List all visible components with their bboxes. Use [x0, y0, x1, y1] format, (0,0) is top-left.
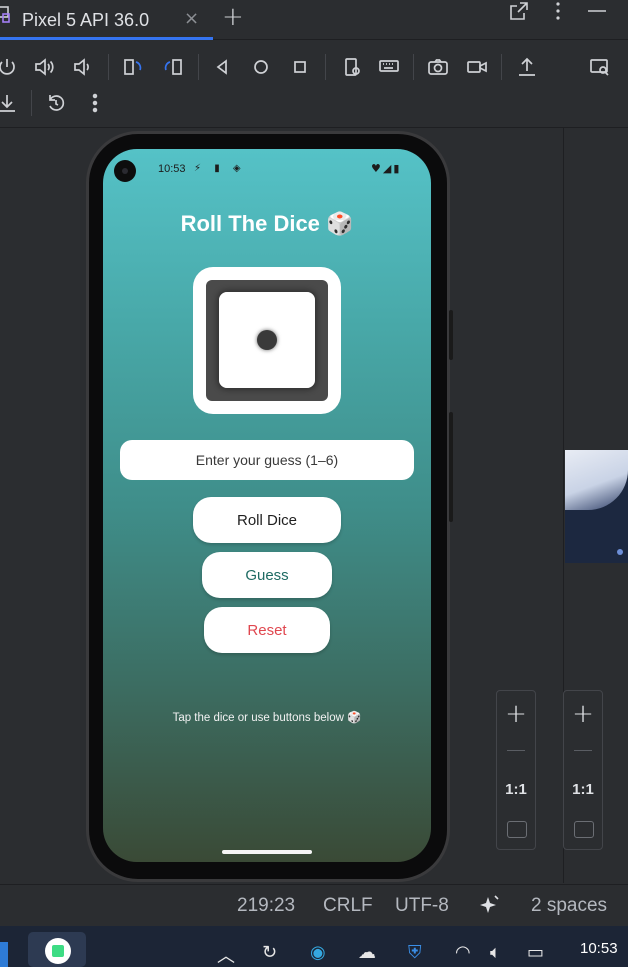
android-studio-taskbar-app[interactable]: [28, 932, 86, 967]
roll-dice-button[interactable]: Roll Dice: [193, 497, 341, 543]
zoom-controls: + 1:1: [496, 690, 536, 850]
zoom-in-button[interactable]: +: [497, 699, 535, 729]
add-tab-icon[interactable]: +: [222, 2, 244, 32]
zoom-out-button[interactable]: [507, 750, 525, 751]
reset-icon[interactable]: [41, 88, 71, 118]
line-ending[interactable]: CRLF: [323, 895, 373, 917]
cloud-icon[interactable]: ☁: [358, 942, 376, 963]
overview-icon[interactable]: [285, 52, 315, 82]
start-icon[interactable]: [0, 942, 8, 967]
tab-active-indicator: [0, 37, 213, 40]
secondary-preview-thumbnail[interactable]: [565, 450, 628, 563]
indent-setting[interactable]: 2 spaces: [531, 895, 607, 917]
chevron-up-icon[interactable]: ︿: [217, 942, 235, 967]
tab-title: Pixel 5 API 36.0: [22, 9, 150, 30]
emulator-toolbar-row2: [0, 86, 628, 130]
front-camera: [114, 160, 136, 182]
device-settings-icon[interactable]: [337, 52, 367, 82]
camera-icon[interactable]: [423, 52, 453, 82]
dice-pip: [257, 330, 277, 350]
android-studio-icon: [45, 938, 71, 964]
minimize-icon[interactable]: [586, 0, 608, 22]
volume-down-icon[interactable]: [67, 52, 97, 82]
status-time: 10:53: [158, 163, 186, 175]
os-taskbar: ︿ ↻ ◉ ☁ ⛨ ◠ 🔈︎ ▭ 10:53: [0, 926, 628, 967]
emulator-toolbar: [0, 46, 628, 90]
status-notification-icons: ⚡ ▮ ◈: [194, 163, 246, 174]
dice-face: [219, 292, 315, 388]
phone-power-button: [449, 310, 453, 360]
zoom-actual-size-button[interactable]: 1:1: [497, 781, 535, 798]
guess-button[interactable]: Guess: [202, 552, 332, 598]
zoom-controls-secondary: + 1:1: [563, 690, 603, 850]
app-title: Roll The Dice 🎲: [180, 211, 354, 236]
rotate-left-icon[interactable]: [118, 52, 148, 82]
power-icon[interactable]: [0, 52, 22, 82]
home-icon[interactable]: [246, 52, 276, 82]
file-encoding[interactable]: UTF-8: [395, 895, 449, 917]
sync-icon[interactable]: ↻: [262, 942, 277, 963]
keyboard-icon[interactable]: [374, 52, 404, 82]
more-vertical-icon[interactable]: [548, 0, 568, 22]
status-signal-battery-icons: ♥◢▮: [371, 162, 402, 175]
rotate-right-icon[interactable]: [158, 52, 188, 82]
dice-frame: [206, 280, 328, 401]
zoom-in-button-secondary[interactable]: +: [564, 699, 602, 729]
external-window-icon[interactable]: [509, 0, 529, 22]
taskbar-clock[interactable]: 10:53: [580, 940, 618, 957]
hint-text: Tap the dice or use buttons below 🎲: [172, 712, 362, 724]
zoom-out-button-secondary[interactable]: [574, 750, 592, 751]
record-icon[interactable]: [462, 52, 492, 82]
battery-icon[interactable]: ▭: [527, 942, 544, 963]
tab-bar: Pixel 5 API 36.0 × +: [0, 0, 628, 40]
back-icon[interactable]: [207, 52, 237, 82]
zoom-actual-size-button-secondary[interactable]: 1:1: [564, 781, 602, 798]
shield-icon[interactable]: ⛨: [408, 942, 422, 963]
reset-button[interactable]: Reset: [204, 607, 330, 653]
zoom-fit-icon[interactable]: [507, 821, 527, 838]
more-icon[interactable]: [80, 88, 110, 118]
ide-status-bar: 219:23 CRLF UTF-8 2 spaces: [0, 884, 628, 926]
device-screen[interactable]: 10:53 ⚡ ▮ ◈ ♥◢▮ Roll The Dice 🎲 Roll Dic…: [103, 149, 431, 862]
ai-assistant-icon[interactable]: [478, 894, 502, 918]
tab-device[interactable]: Pixel 5 API 36.0 ×: [0, 0, 213, 40]
guess-input[interactable]: [120, 440, 414, 480]
tab-close-icon[interactable]: ×: [184, 8, 199, 29]
gesture-home-bar[interactable]: [222, 850, 312, 854]
volume-up-icon[interactable]: [29, 52, 59, 82]
phone-volume-button: [449, 412, 453, 522]
wifi-icon[interactable]: ◠: [455, 942, 471, 963]
download-icon[interactable]: [0, 88, 22, 118]
caret-position[interactable]: 219:23: [237, 895, 295, 917]
device-icon: [0, 6, 10, 23]
upload-icon[interactable]: [512, 52, 542, 82]
dice-button[interactable]: [193, 267, 341, 414]
speaker-icon[interactable]: 🔈︎: [490, 942, 501, 963]
zoom-fit-icon-secondary[interactable]: [574, 821, 594, 838]
display-mode-icon[interactable]: [585, 52, 615, 82]
edge-icon[interactable]: ◉: [310, 942, 326, 963]
